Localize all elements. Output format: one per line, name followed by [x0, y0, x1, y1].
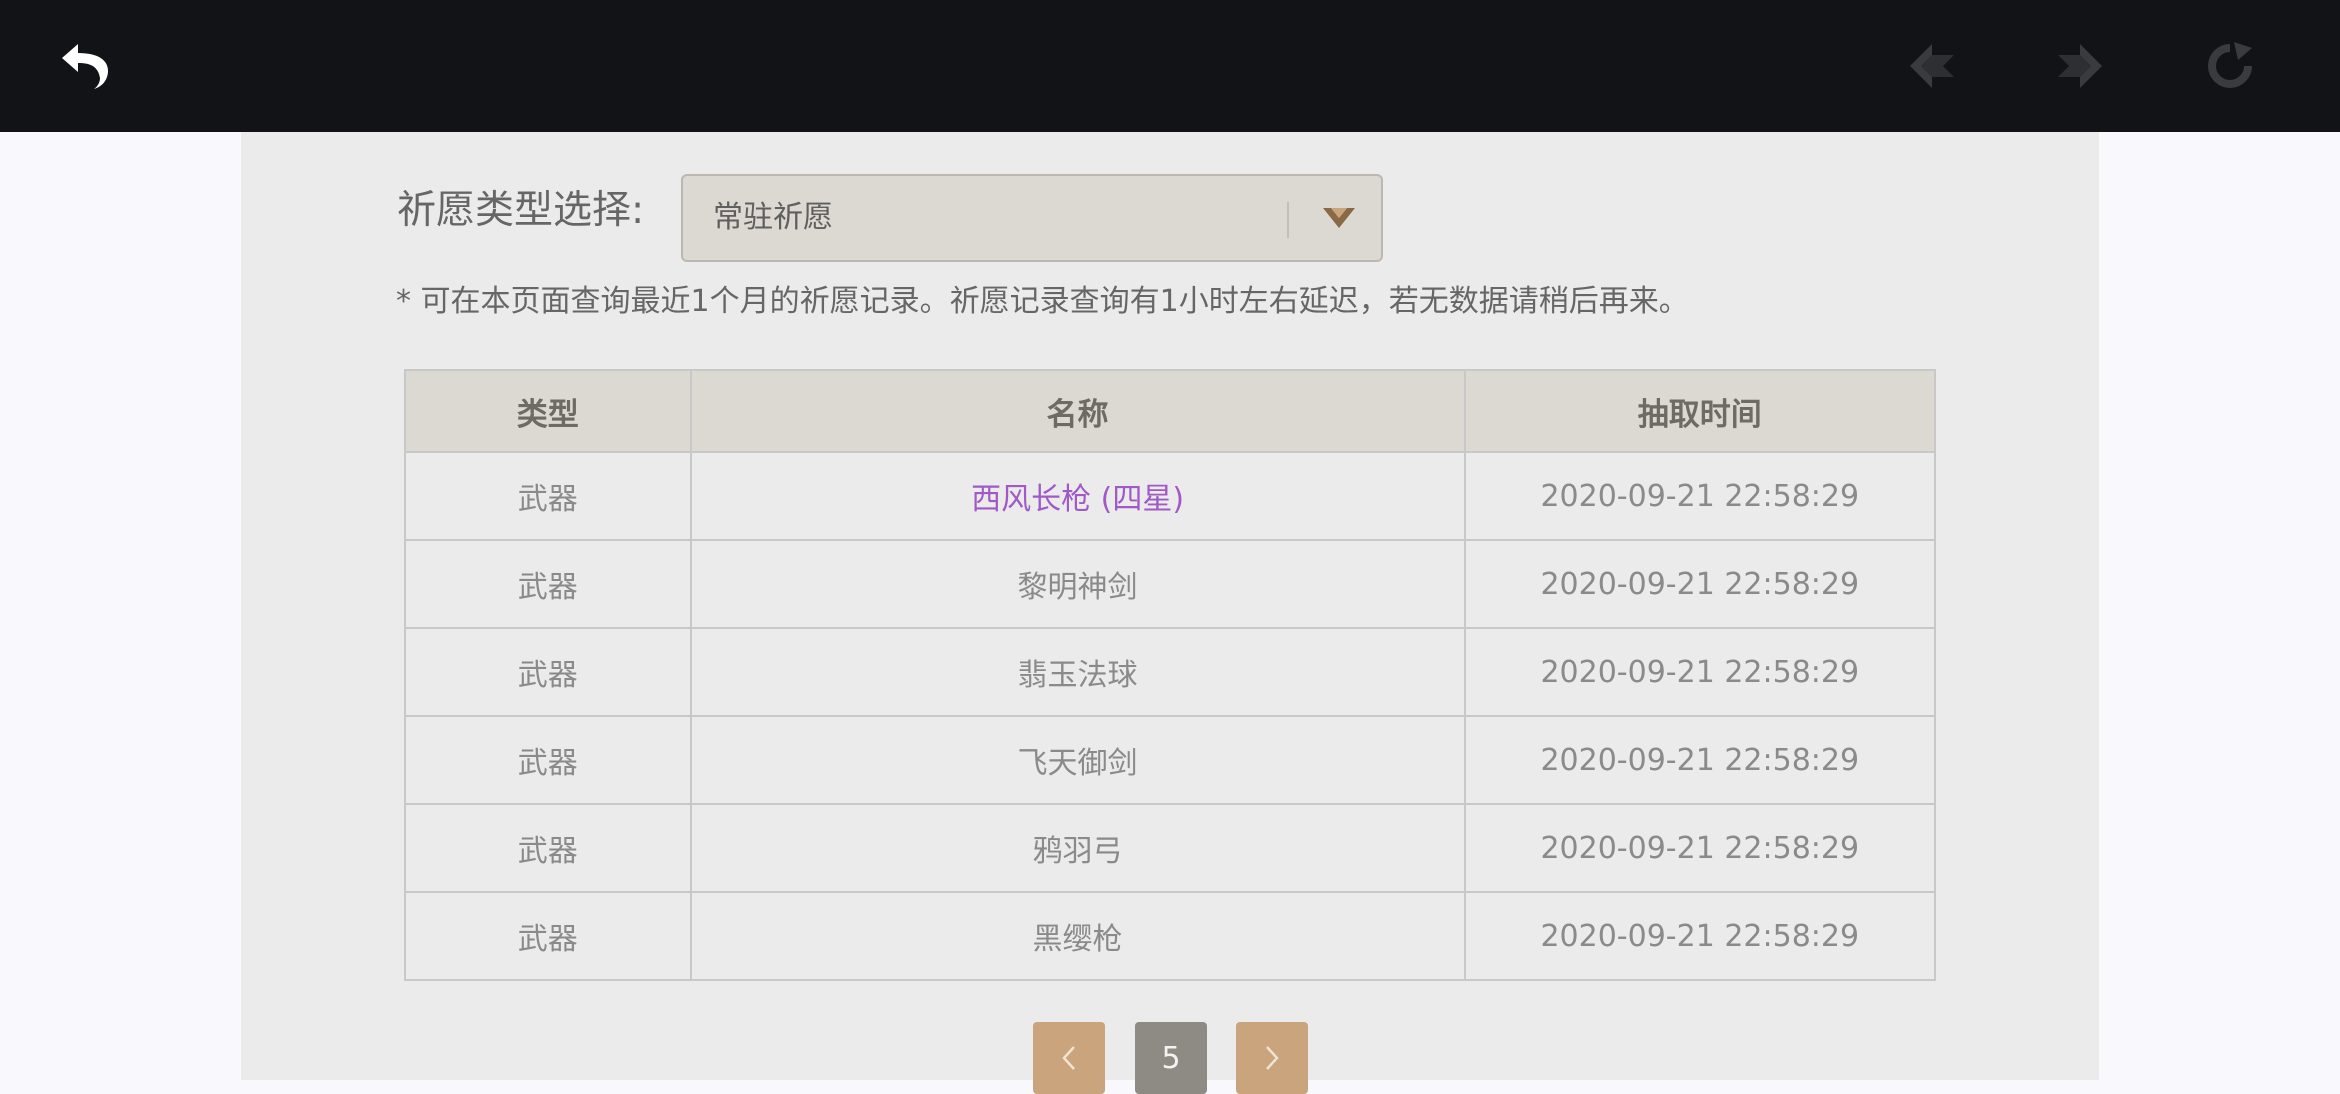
cell-time: 2020-09-21 22:58:29	[1463, 627, 1936, 717]
table-row: 武器 鸦羽弓 2020-09-21 22:58:29	[404, 803, 1936, 893]
cell-time: 2020-09-21 22:58:29	[1463, 539, 1936, 629]
cell-type: 武器	[404, 803, 692, 893]
reload-icon	[2208, 42, 2252, 88]
select-divider	[1287, 202, 1289, 238]
wish-type-select[interactable]: 常驻祈愿	[681, 174, 1383, 262]
cell-time: 2020-09-21 22:58:29	[1463, 891, 1936, 981]
reload-button[interactable]	[2198, 34, 2262, 98]
cell-name: 西风长枪 (四星)	[689, 451, 1466, 541]
cell-time: 2020-09-21 22:58:29	[1463, 803, 1936, 893]
next-icon	[2058, 44, 2102, 88]
cell-time: 2020-09-21 22:58:29	[1463, 715, 1936, 805]
wish-records-table: 类型 名称 抽取时间 武器 西风长枪 (四星) 2020-09-21 22:58…	[404, 369, 1936, 981]
cell-type: 武器	[404, 627, 692, 717]
prev-icon	[1910, 44, 1954, 88]
back-arrow-icon	[62, 44, 108, 89]
cell-name: 黎明神剑	[689, 539, 1466, 629]
top-toolbar	[0, 0, 2340, 132]
table-row: 武器 黎明神剑 2020-09-21 22:58:29	[404, 539, 1936, 629]
wish-history-panel: 祈愿类型选择: 常驻祈愿 * 可在本页面查询最近1个月的祈愿记录。祈愿记录查询有…	[241, 132, 2099, 1094]
cell-type: 武器	[404, 539, 692, 629]
table-row: 武器 飞天御剑 2020-09-21 22:58:29	[404, 715, 1936, 805]
header-time: 抽取时间	[1463, 369, 1936, 453]
cell-type: 武器	[404, 891, 692, 981]
table-row: 武器 翡玉法球 2020-09-21 22:58:29	[404, 627, 1936, 717]
cell-type: 武器	[404, 715, 692, 805]
wish-type-label: 祈愿类型选择:	[397, 188, 645, 233]
cell-name: 鸦羽弓	[689, 803, 1466, 893]
notice-text: * 可在本页面查询最近1个月的祈愿记录。祈愿记录查询有1小时左右延迟，若无数据请…	[396, 284, 1689, 319]
header-name: 名称	[689, 369, 1466, 453]
cell-name: 翡玉法球	[689, 627, 1466, 717]
nav-back-button[interactable]	[1900, 34, 1964, 98]
current-page-indicator[interactable]: 5	[1135, 1022, 1207, 1094]
chevron-right-icon	[1266, 1046, 1279, 1070]
cell-type: 武器	[404, 451, 692, 541]
next-page-button[interactable]	[1236, 1022, 1308, 1094]
header-type: 类型	[404, 369, 692, 453]
table-row: 武器 黑缨枪 2020-09-21 22:58:29	[404, 891, 1936, 981]
back-button[interactable]	[52, 34, 116, 98]
cell-name: 黑缨枪	[689, 891, 1466, 981]
chevron-left-icon	[1062, 1046, 1075, 1070]
cell-name: 飞天御剑	[689, 715, 1466, 805]
prev-page-button[interactable]	[1033, 1022, 1105, 1094]
chevron-down-icon	[1323, 208, 1355, 228]
cell-time: 2020-09-21 22:58:29	[1463, 451, 1936, 541]
nav-forward-button[interactable]	[2048, 34, 2112, 98]
table-header-row: 类型 名称 抽取时间	[404, 369, 1936, 453]
wish-type-selected-value: 常驻祈愿	[713, 200, 833, 235]
table-row: 武器 西风长枪 (四星) 2020-09-21 22:58:29	[404, 451, 1936, 541]
